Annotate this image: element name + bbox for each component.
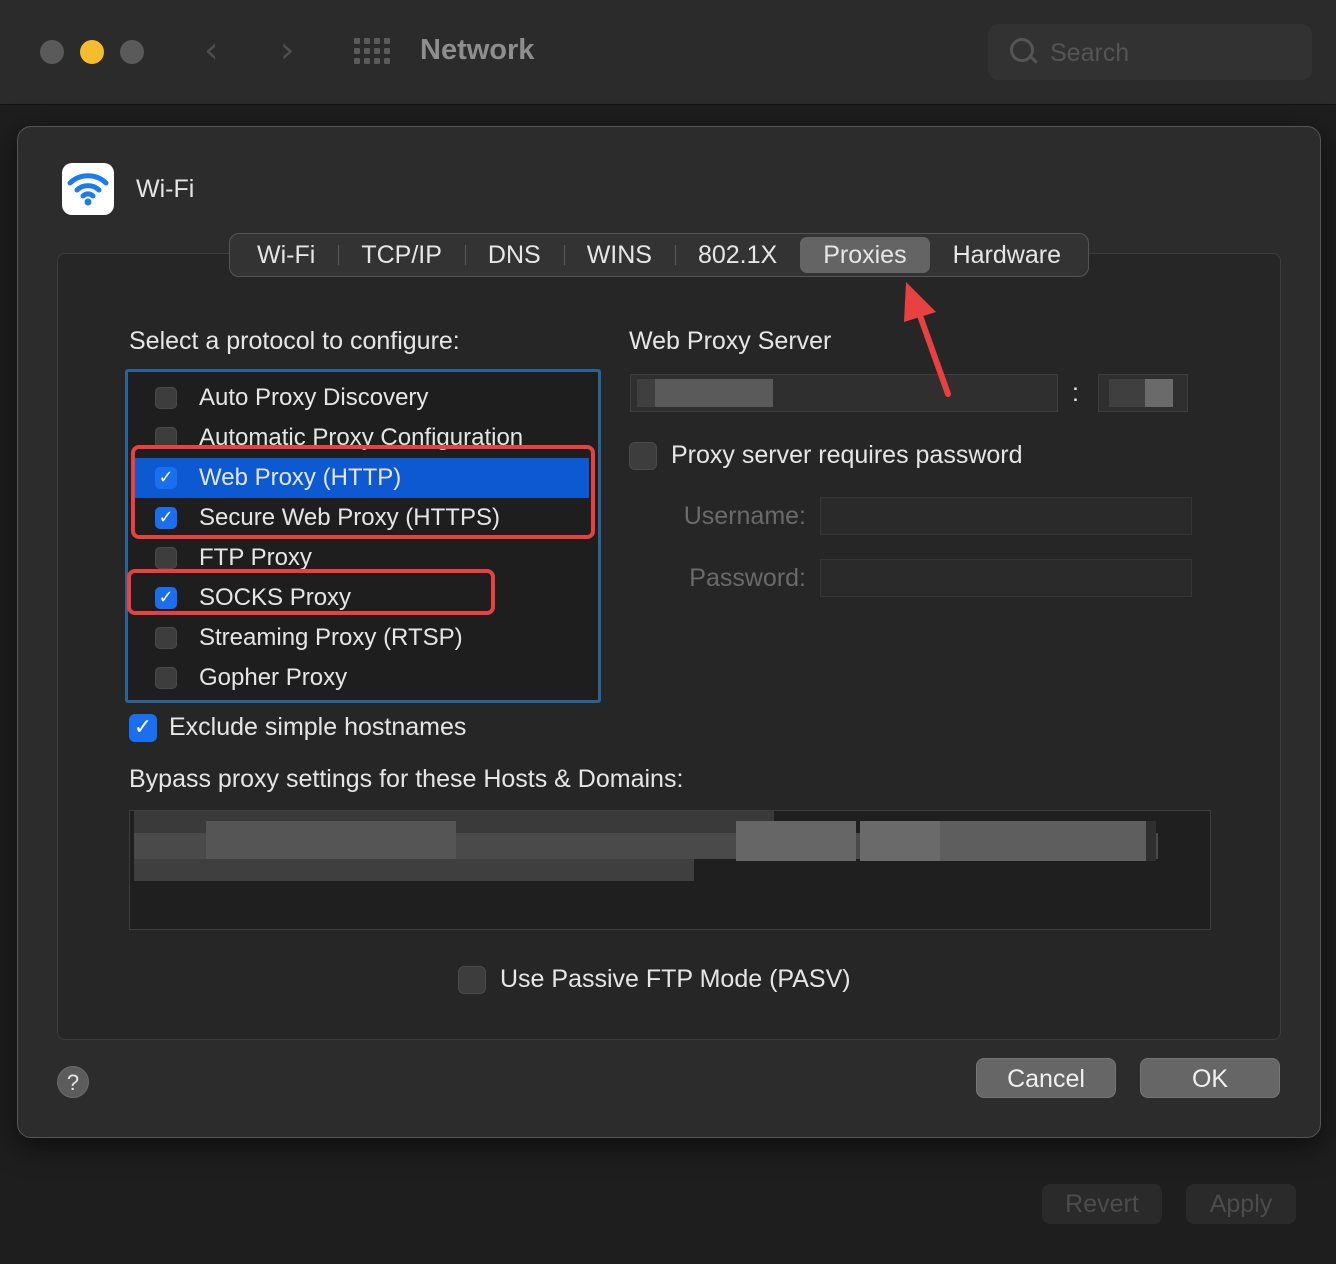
revert-button[interactable]: Revert xyxy=(1042,1184,1162,1224)
redacted-text xyxy=(1145,379,1173,407)
checkbox[interactable] xyxy=(155,387,177,409)
protocol-label: Streaming Proxy (RTSP) xyxy=(199,624,463,651)
password-input[interactable] xyxy=(821,560,1191,596)
port-separator: : xyxy=(1072,379,1079,407)
search-field[interactable] xyxy=(988,24,1312,80)
username-input[interactable] xyxy=(821,498,1191,534)
proxies-sheet: Wi-Fi Wi-Fi TCP/IP DNS WINS 802.1X Proxi… xyxy=(17,126,1321,1138)
show-all-grid-icon[interactable] xyxy=(354,38,390,66)
close-window-button[interactable] xyxy=(40,40,64,64)
protocol-row-auto-proxy-discovery[interactable]: Auto Proxy Discovery xyxy=(131,378,589,418)
tab-wifi[interactable]: Wi-Fi xyxy=(234,237,338,273)
annotation-highlight-http-https xyxy=(131,445,595,539)
checkbox[interactable] xyxy=(155,627,177,649)
minimize-window-button[interactable] xyxy=(80,40,104,64)
checkbox[interactable] xyxy=(155,547,177,569)
search-input[interactable] xyxy=(1048,36,1292,70)
forward-arrow-icon[interactable]: › xyxy=(280,30,294,71)
requires-password-checkbox[interactable] xyxy=(629,441,657,470)
tab-dns[interactable]: DNS xyxy=(464,237,564,273)
apply-button[interactable]: Apply xyxy=(1186,1184,1296,1224)
passive-ftp-row[interactable]: Use Passive FTP Mode (PASV) xyxy=(458,965,851,994)
tab-wins[interactable]: WINS xyxy=(563,237,675,273)
redacted-text xyxy=(134,859,694,881)
redacted-text xyxy=(860,821,940,861)
bypass-hosts-textarea[interactable] xyxy=(129,810,1211,930)
zoom-window-button[interactable] xyxy=(120,40,144,64)
back-arrow-icon[interactable]: ‹ xyxy=(204,30,218,71)
exclude-simple-hostnames-label: Exclude simple hostnames xyxy=(169,713,467,741)
redacted-text xyxy=(1146,821,1156,861)
protocol-label: Gopher Proxy xyxy=(199,664,348,691)
protocol-row-streaming-proxy-rtsp[interactable]: Streaming Proxy (RTSP) xyxy=(131,618,589,658)
checkbox[interactable] xyxy=(155,667,177,689)
proxy-port-input[interactable] xyxy=(1098,374,1188,412)
search-icon xyxy=(1010,38,1034,62)
exclude-simple-hostnames-checkbox[interactable]: ✓ xyxy=(129,713,157,742)
wifi-icon xyxy=(62,163,114,215)
window-titlebar: ‹ › Network xyxy=(0,0,1336,105)
proxy-server-input[interactable] xyxy=(630,374,1058,412)
help-button[interactable]: ? xyxy=(57,1066,89,1098)
protocol-list-label: Select a protocol to configure: xyxy=(129,327,460,355)
requires-password-label: Proxy server requires password xyxy=(671,441,1023,469)
tab-8021x[interactable]: 802.1X xyxy=(674,237,800,273)
exclude-simple-hostnames-row[interactable]: ✓ Exclude simple hostnames xyxy=(129,713,466,742)
redacted-text xyxy=(637,379,655,407)
protocol-label: FTP Proxy xyxy=(199,544,312,571)
annotation-highlight-socks xyxy=(127,569,495,615)
passive-ftp-label: Use Passive FTP Mode (PASV) xyxy=(500,965,851,993)
protocol-label: Auto Proxy Discovery xyxy=(199,384,429,411)
redacted-text xyxy=(736,821,856,861)
tab-proxies[interactable]: Proxies xyxy=(800,237,930,273)
tab-bar: Wi-Fi TCP/IP DNS WINS 802.1X Proxies Har… xyxy=(229,233,1089,277)
window-title: Network xyxy=(420,34,535,66)
redacted-text xyxy=(655,379,773,407)
cancel-button[interactable]: Cancel xyxy=(976,1058,1116,1098)
redacted-text xyxy=(1109,379,1145,407)
sheet-title: Wi-Fi xyxy=(136,175,195,203)
protocol-row-gopher-proxy[interactable]: Gopher Proxy xyxy=(131,658,589,698)
password-label: Password: xyxy=(689,564,806,592)
bypass-label: Bypass proxy settings for these Hosts & … xyxy=(129,765,684,793)
redacted-text xyxy=(940,821,1146,861)
tab-hardware[interactable]: Hardware xyxy=(930,237,1084,273)
web-proxy-server-label: Web Proxy Server xyxy=(629,327,832,355)
username-label: Username: xyxy=(683,502,806,530)
ok-button[interactable]: OK xyxy=(1140,1058,1280,1098)
password-field[interactable] xyxy=(820,559,1192,597)
tab-tcpip[interactable]: TCP/IP xyxy=(338,237,465,273)
passive-ftp-checkbox[interactable] xyxy=(458,965,486,994)
username-field[interactable] xyxy=(820,497,1192,535)
requires-password-row[interactable]: Proxy server requires password xyxy=(629,441,1023,470)
redacted-text xyxy=(206,821,456,861)
